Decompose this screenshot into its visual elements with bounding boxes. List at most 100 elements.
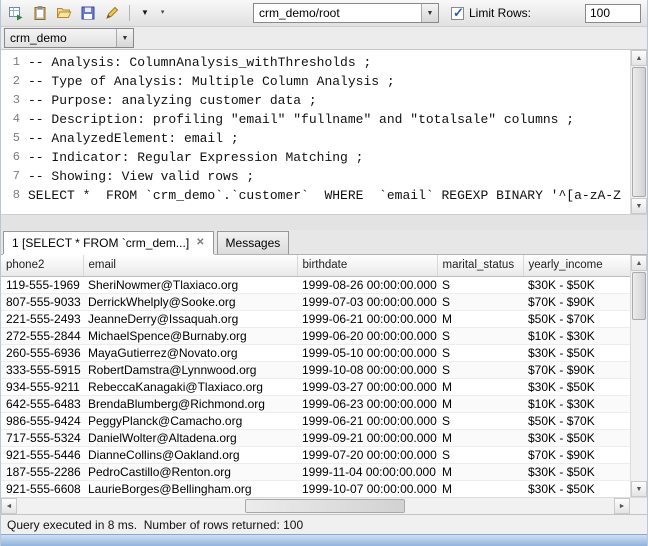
chevron-down-icon[interactable] (116, 29, 133, 47)
table-cell: 1999-07-03 00:00:00.000 (297, 293, 437, 310)
table-cell: 187-555-2286 (1, 463, 83, 480)
sql-code[interactable]: -- Analysis: ColumnAnalysis_withThreshol… (23, 50, 630, 214)
table-row[interactable]: 921-555-5446DianneCollins@Oakland.org199… (1, 446, 630, 463)
sql-line: -- Analysis: ColumnAnalysis_withThreshol… (28, 53, 630, 72)
table-cell: S (437, 446, 523, 463)
sql-line: SELECT * FROM `crm_demo`.`customer` WHER… (28, 186, 630, 205)
table-cell: 1999-09-21 00:00:00.000 (297, 429, 437, 446)
table-cell: BrendaBlumberg@Richmond.org (83, 395, 297, 412)
table-cell: JeanneDerry@Issaquah.org (83, 310, 297, 327)
catalog-combo-value: crm_demo (5, 29, 116, 47)
connection-combo[interactable]: crm_demo/root (253, 3, 439, 23)
sql-line: -- AnalyzedElement: email ; (28, 129, 630, 148)
table-cell: $10K - $30K (523, 327, 630, 344)
results-hscroll-row (1, 497, 647, 514)
sql-editor-view: ▼ ▾ crm_demo/root Limit Rows: crm_demo 1… (0, 0, 648, 546)
table-cell: PeggyPlanck@Camacho.org (83, 412, 297, 429)
table-row[interactable]: 187-555-2286PedroCastillo@Renton.org1999… (1, 463, 630, 480)
table-cell: 119-555-1969 (1, 276, 83, 293)
table-row[interactable]: 221-555-2493JeanneDerry@Issaquah.org1999… (1, 310, 630, 327)
edit-pencil-icon[interactable] (101, 2, 123, 24)
table-cell: $70K - $90K (523, 361, 630, 378)
scrollbar-thumb[interactable] (632, 272, 646, 320)
tab-label: 1 [SELECT * FROM `crm_dem...] (12, 236, 189, 250)
table-row[interactable]: 934-555-9211RebeccaKanagaki@Tlaxiaco.org… (1, 378, 630, 395)
table-cell: 272-555-2844 (1, 327, 83, 344)
catalog-toolbar: crm_demo (1, 27, 647, 50)
tab-result-set-1[interactable]: 1 [SELECT * FROM `crm_dem...] (3, 231, 214, 254)
table-cell: S (437, 327, 523, 344)
table-cell: M (437, 463, 523, 480)
table-cell: LaurieBorges@Bellingham.org (83, 480, 297, 497)
results-horizontal-scrollbar[interactable] (1, 498, 630, 514)
table-cell: MichaelSpence@Burnaby.org (83, 327, 297, 344)
column-header-yearly_income[interactable]: yearly_income (523, 255, 630, 276)
sql-editor[interactable]: 12345678 -- Analysis: ColumnAnalysis_wit… (1, 50, 647, 214)
table-cell: 1999-06-23 00:00:00.000 (297, 395, 437, 412)
table-row[interactable]: 333-555-5915RobertDamstra@Lynnwood.org19… (1, 361, 630, 378)
scroll-down-arrow-icon[interactable] (631, 198, 647, 214)
scroll-up-arrow-icon[interactable] (631, 50, 647, 66)
table-cell: M (437, 310, 523, 327)
connection-combo-value: crm_demo/root (254, 6, 421, 20)
export-table-icon[interactable] (5, 2, 27, 24)
table-cell: 921-555-5446 (1, 446, 83, 463)
table-cell: $30K - $50K (523, 276, 630, 293)
limit-rows-checkbox[interactable] (451, 7, 464, 20)
column-header-birthdate[interactable]: birthdate (297, 255, 437, 276)
line-number: 4 (1, 110, 20, 129)
overflow-dropdown-arrow[interactable]: ▾ (161, 2, 165, 24)
close-icon[interactable] (196, 238, 204, 248)
table-cell: 807-555-9033 (1, 293, 83, 310)
line-number: 3 (1, 91, 20, 110)
table-row[interactable]: 986-555-9424PeggyPlanck@Camacho.org1999-… (1, 412, 630, 429)
open-folder-icon[interactable] (53, 2, 75, 24)
scrollbar-thumb[interactable] (632, 67, 646, 197)
scroll-left-arrow-icon[interactable] (1, 498, 17, 514)
chevron-down-icon[interactable] (421, 4, 438, 22)
scroll-down-arrow-icon[interactable] (631, 481, 647, 497)
table-cell: 333-555-5915 (1, 361, 83, 378)
column-header-email[interactable]: email (83, 255, 297, 276)
results-vertical-scrollbar[interactable] (630, 255, 647, 497)
results-tabbar: 1 [SELECT * FROM `crm_dem...] Messages (1, 230, 647, 255)
table-cell: 1999-03-27 00:00:00.000 (297, 378, 437, 395)
column-header-phone2[interactable]: phone2 (1, 255, 83, 276)
editor-results-sash[interactable] (1, 214, 647, 230)
save-icon[interactable] (77, 2, 99, 24)
table-cell: 1999-10-08 00:00:00.000 (297, 361, 437, 378)
table-cell: $30K - $50K (523, 378, 630, 395)
table-cell: $50K - $70K (523, 310, 630, 327)
table-cell: 1999-05-10 00:00:00.000 (297, 344, 437, 361)
table-cell: 1999-06-21 00:00:00.000 (297, 412, 437, 429)
table-cell: M (437, 378, 523, 395)
sql-line: -- Type of Analysis: Multiple Column Ana… (28, 72, 630, 91)
line-number: 1 (1, 53, 20, 72)
table-cell: M (437, 429, 523, 446)
table-row[interactable]: 642-555-6483BrendaBlumberg@Richmond.org1… (1, 395, 630, 412)
editor-vertical-scrollbar[interactable] (630, 50, 647, 214)
table-cell: $30K - $50K (523, 463, 630, 480)
sql-line: -- Showing: View valid rows ; (28, 167, 630, 186)
scroll-up-arrow-icon[interactable] (631, 255, 647, 271)
limit-rows-input[interactable] (585, 4, 641, 23)
table-row[interactable]: 921-555-6608LaurieBorges@Bellingham.org1… (1, 480, 630, 497)
catalog-combo[interactable]: crm_demo (4, 28, 134, 48)
column-header-marital_status[interactable]: marital_status (437, 255, 523, 276)
table-row[interactable]: 260-555-6936MayaGutierrez@Novato.org1999… (1, 344, 630, 361)
tab-messages[interactable]: Messages (217, 231, 290, 254)
scroll-right-arrow-icon[interactable] (614, 498, 630, 514)
toolbar-dropdown-arrow[interactable]: ▼ (141, 2, 149, 24)
table-row[interactable]: 807-555-9033DerrickWhelply@Sooke.org1999… (1, 293, 630, 310)
table-cell: $30K - $50K (523, 480, 630, 497)
table-cell: 1999-10-07 00:00:00.000 (297, 480, 437, 497)
table-row[interactable]: 272-555-2844MichaelSpence@Burnaby.org199… (1, 327, 630, 344)
table-row[interactable]: 717-555-5324DanielWolter@Altadena.org199… (1, 429, 630, 446)
table-cell: 1999-06-21 00:00:00.000 (297, 310, 437, 327)
table-cell: $50K - $70K (523, 412, 630, 429)
tab-label: Messages (226, 236, 281, 250)
table-cell: S (437, 293, 523, 310)
clipboard-icon[interactable] (29, 2, 51, 24)
scrollbar-thumb[interactable] (245, 499, 405, 513)
table-row[interactable]: 119-555-1969SheriNowmer@Tlaxiaco.org1999… (1, 276, 630, 293)
